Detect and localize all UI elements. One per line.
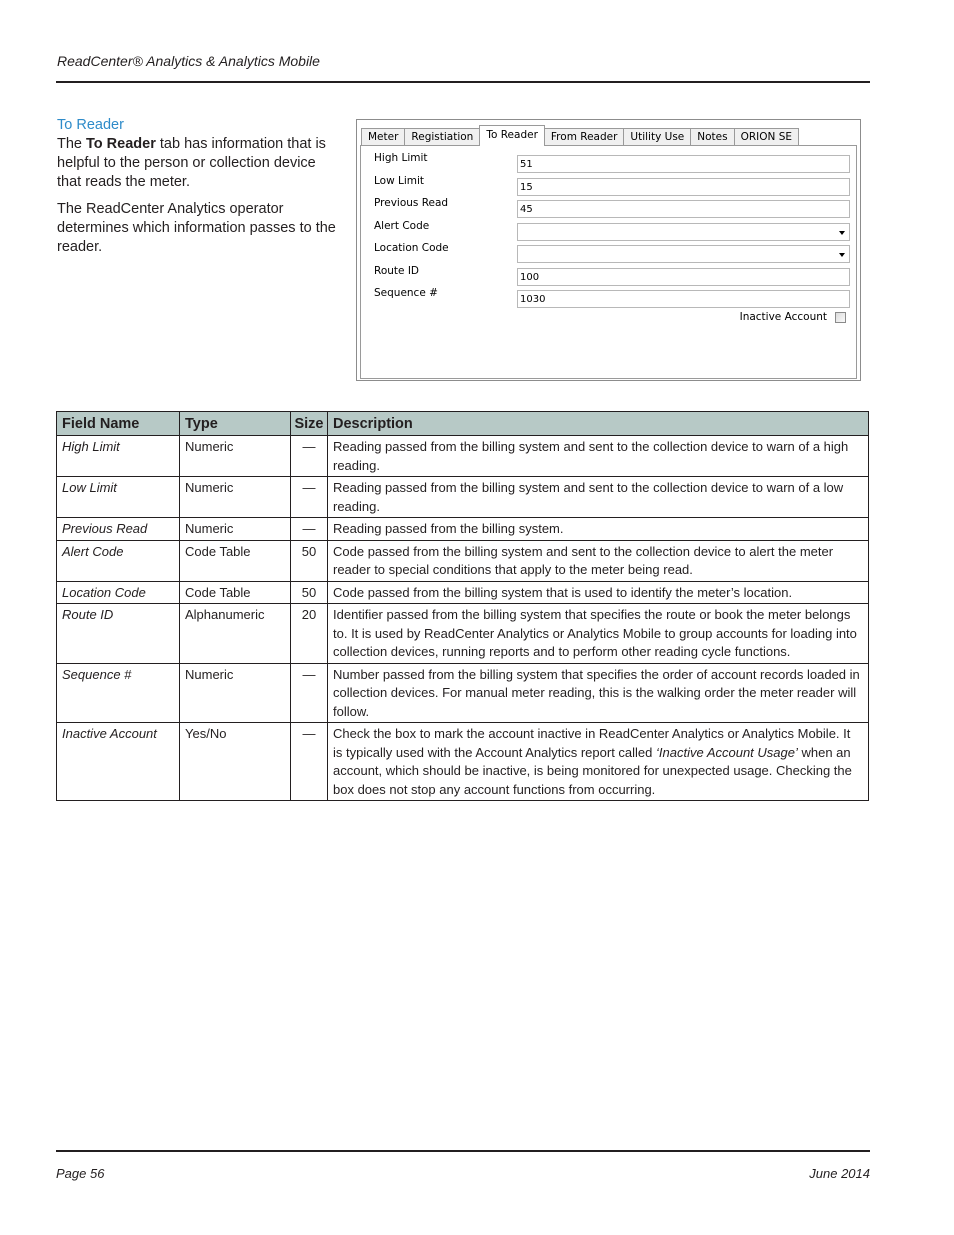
field-row-route-id: Route ID 100 <box>374 265 854 286</box>
cell-type: Alphanumeric <box>179 603 291 664</box>
high-limit-input[interactable]: 51 <box>517 155 850 173</box>
table-row: Route ID Alphanumeric 20 Identifier pass… <box>56 603 869 664</box>
inactive-account-row: Inactive Account <box>740 311 846 323</box>
table-header-row: Field Name Type Size Description <box>56 411 869 436</box>
cell-description: Check the box to mark the account inacti… <box>327 722 869 801</box>
cell-type: Yes/No <box>179 722 291 801</box>
tab-registration[interactable]: Registiation <box>404 128 481 146</box>
col-header-type: Type <box>179 411 291 436</box>
col-header-size: Size <box>290 411 328 436</box>
previous-read-input[interactable]: 45 <box>517 200 850 218</box>
tab-from-reader[interactable]: From Reader <box>543 128 625 146</box>
field-row-sequence: Sequence # 1030 <box>374 287 854 308</box>
sequence-input[interactable]: 1030 <box>517 290 850 308</box>
cell-type: Code Table <box>179 539 291 582</box>
cell-type: Code Table <box>179 580 291 604</box>
table-row: Low Limit Numeric — Reading passed from … <box>56 476 869 518</box>
footer-rule <box>56 1150 870 1152</box>
field-row-location-code: Location Code <box>374 242 854 263</box>
cell-description: Identifier passed from the billing syste… <box>327 603 869 664</box>
previous-read-label: Previous Read <box>374 197 449 209</box>
tab-orion-se[interactable]: ORION SE <box>733 128 800 146</box>
cell-description: Reading passed from the billing system. <box>327 517 869 541</box>
to-reader-panel: High Limit 51 Low Limit 15 Previous Read… <box>360 145 857 379</box>
cell-size: — <box>290 662 328 723</box>
intro-paragraph-1: The To Reader tab has information that i… <box>57 135 342 192</box>
tab-strip: Meter Registiation To Reader From Reader… <box>361 125 800 146</box>
inactive-account-label: Inactive Account <box>739 311 827 323</box>
cell-field-name: Location Code <box>56 580 180 604</box>
cell-field-name: Sequence # <box>56 662 180 723</box>
intro-text: The <box>57 136 87 152</box>
cell-description: Code passed from the billing system that… <box>327 580 869 604</box>
cell-description: Reading passed from the billing system a… <box>327 435 869 477</box>
intro-section: To Reader The To Reader tab has informat… <box>57 116 342 265</box>
cell-type: Numeric <box>179 435 291 477</box>
alert-code-label: Alert Code <box>374 220 430 232</box>
field-row-previous-read: Previous Read 45 <box>374 197 854 218</box>
col-header-description: Description <box>327 411 869 436</box>
cell-description: Reading passed from the billing system a… <box>327 476 869 518</box>
running-header: ReadCenter® Analytics & Analytics Mobile <box>57 53 320 69</box>
cell-size: 50 <box>290 539 328 582</box>
dropdown-arrow-icon[interactable] <box>839 253 845 257</box>
cell-field-name: Alert Code <box>56 539 180 582</box>
intro-paragraph-2: The ReadCenter Analytics operator determ… <box>57 201 336 255</box>
location-code-label: Location Code <box>374 242 449 254</box>
low-limit-input[interactable]: 15 <box>517 178 850 196</box>
cell-description: Number passed from the billing system th… <box>327 662 869 723</box>
header-rule <box>56 81 870 83</box>
field-row-high-limit: High Limit 51 <box>374 152 854 173</box>
section-heading: To Reader <box>57 117 124 133</box>
cell-type: Numeric <box>179 662 291 723</box>
table-row: Inactive Account Yes/No — Check the box … <box>56 722 869 801</box>
table-row: Previous Read Numeric — Reading passed f… <box>56 517 869 541</box>
table-row: Alert Code Code Table 50 Code passed fro… <box>56 539 869 582</box>
col-header-field-name: Field Name <box>56 411 180 436</box>
cell-type: Numeric <box>179 476 291 518</box>
table-row: Sequence # Numeric — Number passed from … <box>56 662 869 723</box>
cell-size: 20 <box>290 603 328 664</box>
cell-size: — <box>290 517 328 541</box>
table-row: Location Code Code Table 50 Code passed … <box>56 580 869 604</box>
route-id-input[interactable]: 100 <box>517 268 850 286</box>
tab-to-reader[interactable]: To Reader <box>479 125 545 146</box>
cell-field-name: Inactive Account <box>56 722 180 801</box>
table-row: High Limit Numeric — Reading passed from… <box>56 435 869 477</box>
sequence-label: Sequence # <box>374 287 438 299</box>
publication-date: June 2014 <box>809 1166 870 1181</box>
cell-type: Numeric <box>179 517 291 541</box>
to-reader-dialog-screenshot: Meter Registiation To Reader From Reader… <box>356 119 861 381</box>
dropdown-arrow-icon[interactable] <box>839 231 845 235</box>
cell-size: — <box>290 476 328 518</box>
page-number: Page 56 <box>56 1166 105 1181</box>
inactive-account-checkbox[interactable] <box>835 311 846 323</box>
cell-size: — <box>290 722 328 801</box>
cell-field-name: Low Limit <box>56 476 180 518</box>
cell-field-name: High Limit <box>56 435 180 477</box>
report-name: ‘Inactive Account Usage’ <box>656 744 798 760</box>
route-id-label: Route ID <box>374 265 419 277</box>
high-limit-label: High Limit <box>374 152 428 164</box>
tab-meter[interactable]: Meter <box>361 128 406 146</box>
field-row-alert-code: Alert Code <box>374 220 854 241</box>
alert-code-select[interactable] <box>517 223 850 241</box>
cell-size: 50 <box>290 580 328 604</box>
cell-description: Code passed from the billing system and … <box>327 539 869 582</box>
field-row-low-limit: Low Limit 15 <box>374 175 854 196</box>
cell-field-name: Route ID <box>56 603 180 664</box>
location-code-select[interactable] <box>517 245 850 263</box>
cell-field-name: Previous Read <box>56 517 180 541</box>
intro-bold-term: To Reader <box>86 136 156 152</box>
tab-notes[interactable]: Notes <box>690 128 735 146</box>
cell-size: — <box>290 435 328 477</box>
low-limit-label: Low Limit <box>374 175 425 187</box>
field-description-table: Field Name Type Size Description High Li… <box>56 411 869 801</box>
tab-utility-use[interactable]: Utility Use <box>623 128 692 146</box>
